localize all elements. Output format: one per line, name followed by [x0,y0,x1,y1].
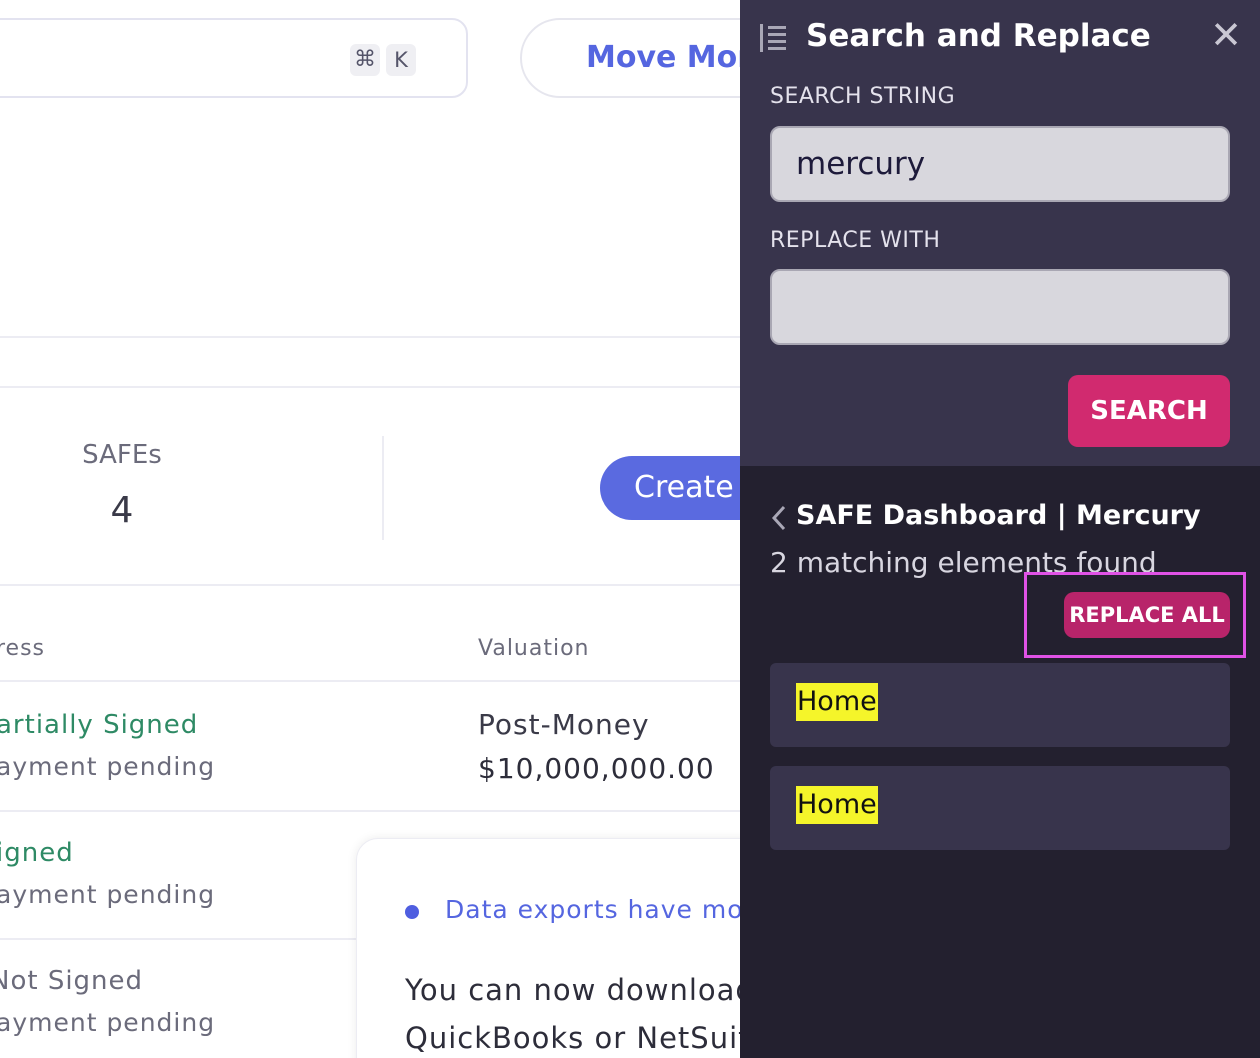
valuation-type: Post-Money [478,708,650,741]
match-text: Home [796,786,878,824]
divider [0,810,740,812]
notice-body-line: You can now download [405,973,740,1007]
row-substatus: ayment pending [0,1008,216,1037]
notice-body-line: QuickBooks or NetSuite [405,1021,740,1055]
search-form-section: Search and Replace ✕ SEARCH STRING REPLA… [740,0,1260,466]
column-header-valuation: Valuation [478,636,590,661]
row-status: Not Signed [0,966,144,996]
divider [0,336,740,338]
match-text: Home [796,683,878,721]
data-exports-link[interactable]: Data exports have move [445,895,740,924]
divider [0,680,740,682]
valuation-amount: $10,000,000.00 [478,752,715,785]
search-string-label: SEARCH STRING [770,84,956,109]
stat-divider [382,436,384,540]
row-substatus: ayment pending [0,752,216,781]
list-menu-icon[interactable] [760,24,788,52]
data-export-notice-card: Data exports have move You can now downl… [356,838,740,1058]
result-page-title: SAFE Dashboard | Mercury [796,500,1201,531]
close-icon[interactable]: ✕ [1208,16,1244,54]
match-result-item[interactable]: Home [770,766,1230,850]
chevron-left-icon[interactable] [770,504,788,532]
search-string-input[interactable] [770,126,1230,202]
page-background: ⌘ K Move Mon SAFEs 4 Create ress Valuati… [0,0,740,1058]
row-status: igned [0,838,74,868]
command-key-icon: ⌘ [350,44,380,76]
replace-with-label: REPLACE WITH [770,228,941,253]
search-replace-panel: Search and Replace ✕ SEARCH STRING REPLA… [740,0,1260,1058]
divider [0,584,740,586]
bullet-dot-icon [405,905,419,919]
panel-title: Search and Replace [806,18,1151,54]
divider [0,386,740,388]
safes-stat-count: 4 [110,490,134,531]
replace-all-button[interactable]: REPLACE ALL [1064,592,1230,638]
row-substatus: ayment pending [0,880,216,909]
k-key-hint: K [386,44,416,76]
column-header-progress: ress [0,636,46,661]
match-result-item[interactable]: Home [770,663,1230,747]
row-status: artially Signed [0,710,199,740]
safes-stat-label: SAFEs [82,440,162,470]
match-count-text: 2 matching elements found [770,546,1157,579]
create-safe-button[interactable]: Create [600,456,740,520]
global-search-box[interactable]: ⌘ K [0,18,468,98]
move-money-button[interactable]: Move Mon [520,18,740,98]
replace-with-input[interactable] [770,269,1230,345]
search-button[interactable]: SEARCH [1068,375,1230,447]
